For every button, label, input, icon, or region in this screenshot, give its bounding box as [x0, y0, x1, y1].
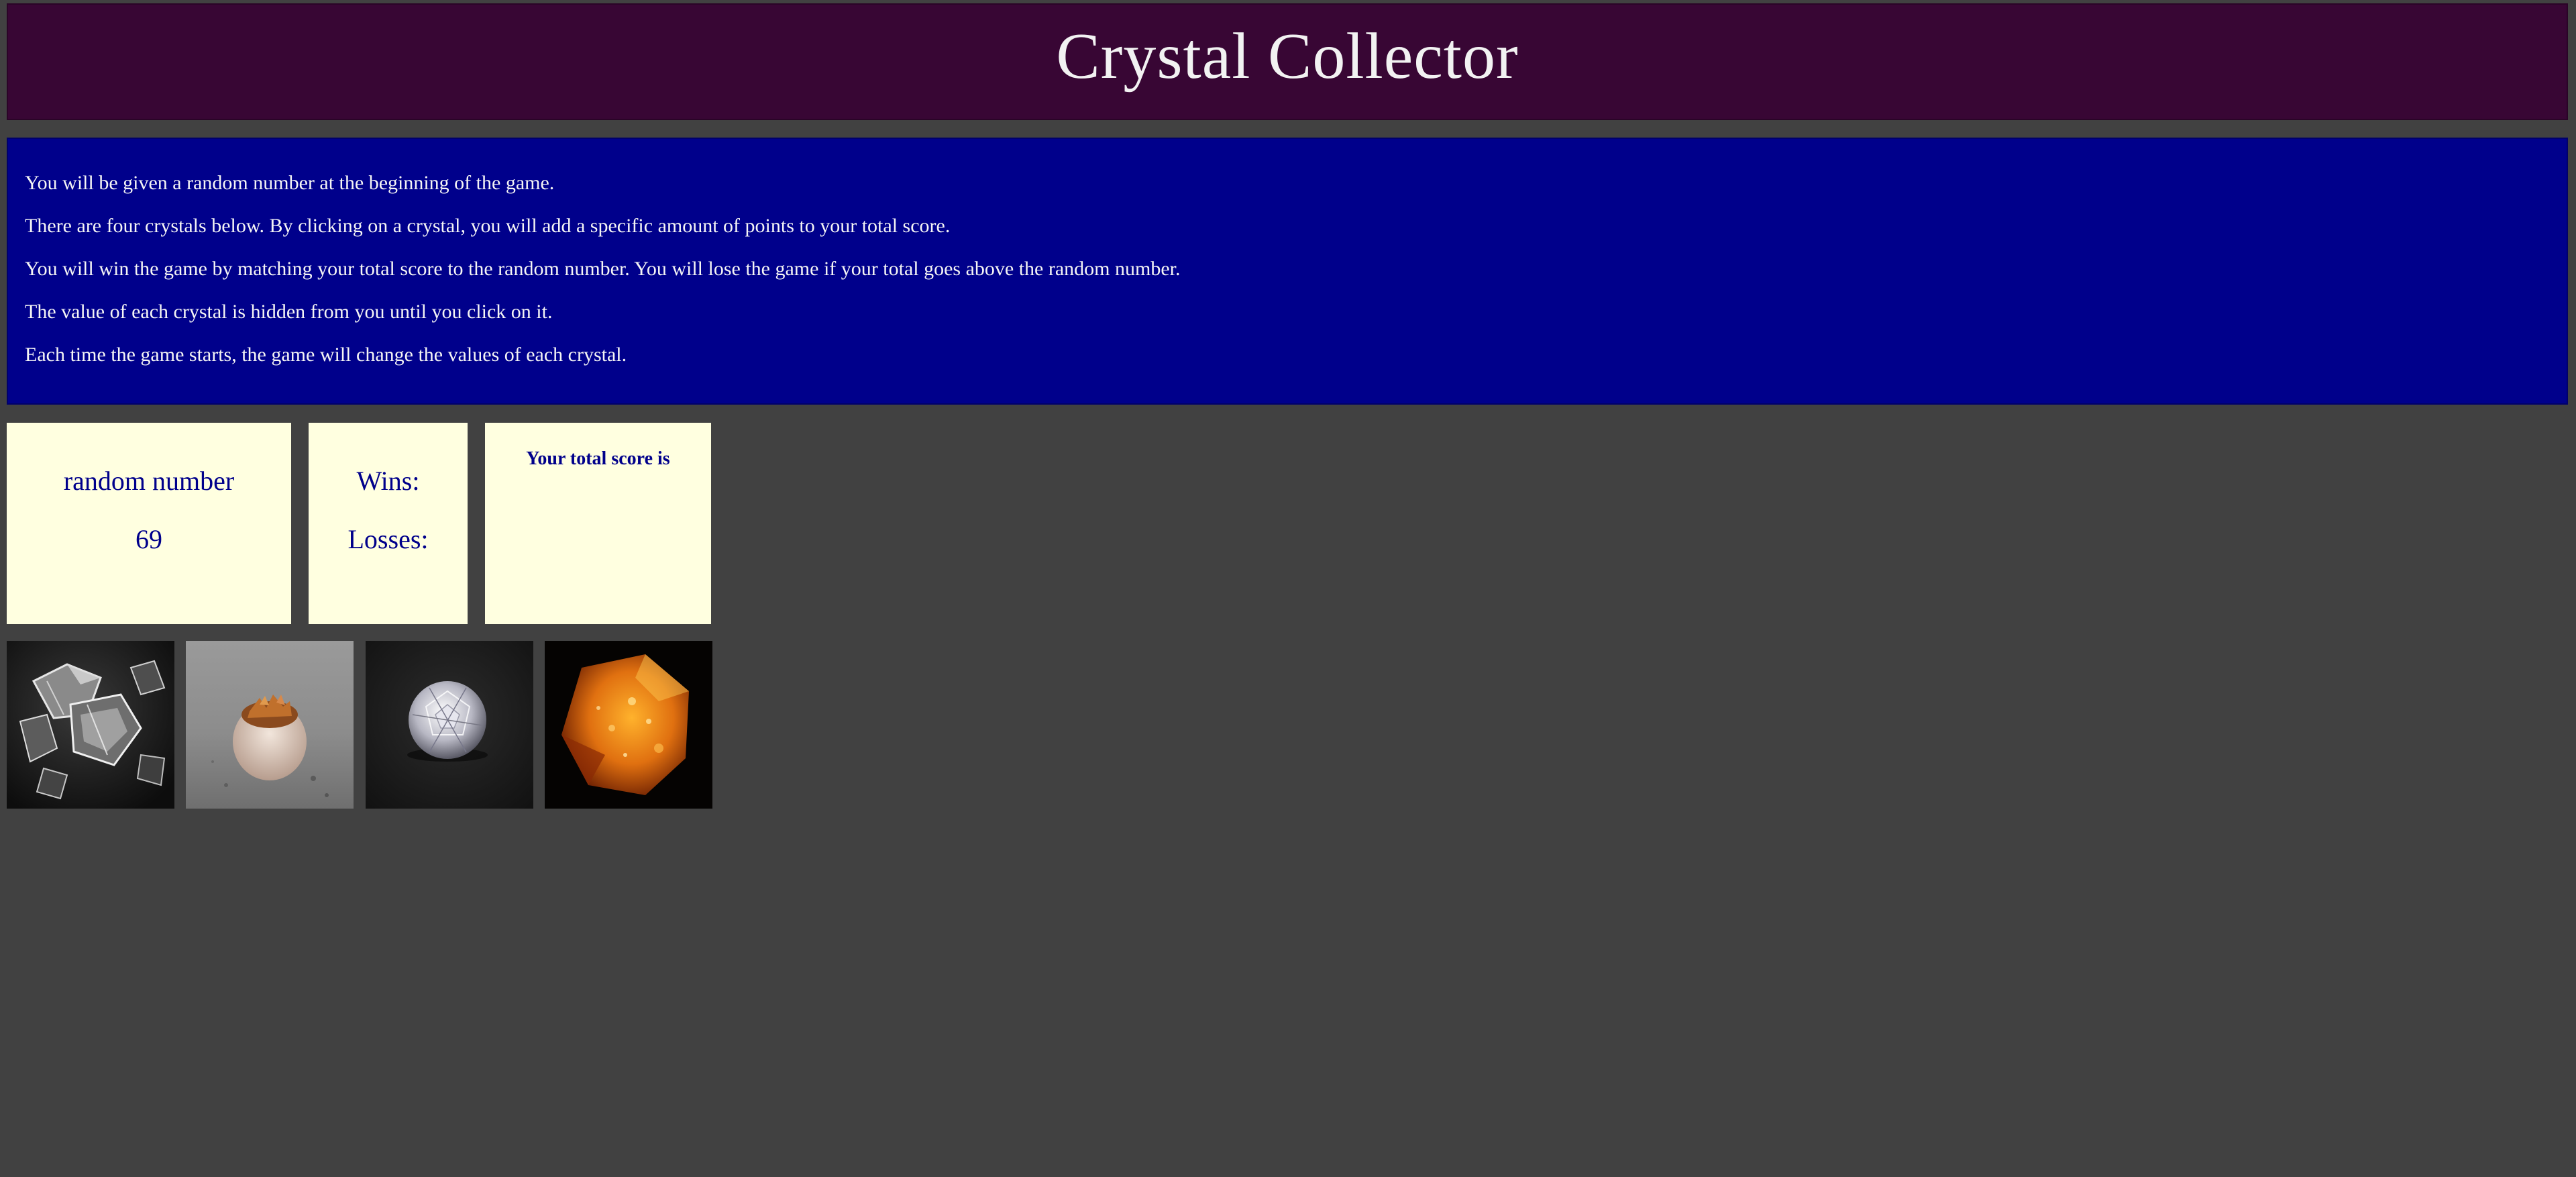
wins-label: Wins: [356, 466, 420, 496]
instruction-line: There are four crystals below. By clicki… [25, 215, 951, 237]
random-number-panel: random number 69 [7, 423, 291, 624]
amber-crystal-image [545, 641, 712, 809]
clear-quartz-crystal-image [7, 641, 174, 809]
game-page: Crystal Collector You will be given a ra… [0, 0, 2576, 1177]
total-score-panel: Your total score is [485, 423, 711, 624]
citrine-geode-crystal-image [186, 641, 354, 809]
diamond-crystal-button[interactable] [366, 641, 533, 809]
clear-quartz-crystal-button[interactable] [7, 641, 174, 809]
instruction-line: You will win the game by matching your t… [25, 258, 1181, 280]
random-number-label: random number [63, 466, 235, 496]
total-score-label: Your total score is [526, 448, 670, 469]
instruction-line: You will be given a random number at the… [25, 172, 555, 194]
game-title: Crystal Collector [1056, 20, 1519, 93]
losses-label: Losses: [347, 524, 429, 554]
title-banner: Crystal Collector [7, 3, 2568, 120]
citrine-geode-crystal-button[interactable] [186, 641, 354, 809]
amber-crystal-button[interactable] [545, 641, 712, 809]
instruction-line: The value of each crystal is hidden from… [25, 301, 553, 323]
instructions-panel: You will be given a random number at the… [7, 138, 2568, 405]
instruction-line: Each time the game starts, the game will… [25, 344, 627, 366]
diamond-crystal-image [366, 641, 533, 809]
random-number-value: 69 [136, 524, 162, 554]
win-loss-panel: Wins: Losses: [309, 423, 468, 624]
